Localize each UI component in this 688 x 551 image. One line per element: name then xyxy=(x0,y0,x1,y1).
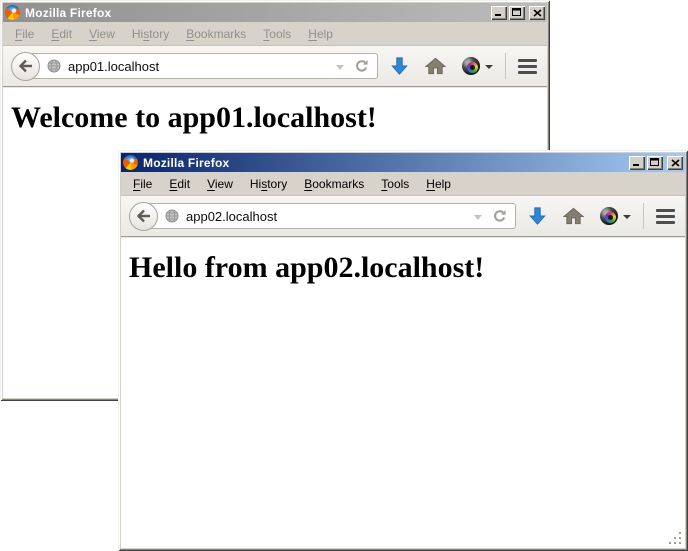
menu-item-history[interactable]: History xyxy=(250,177,287,191)
titlebar[interactable]: Mozilla Firefox xyxy=(3,3,547,22)
menu-item-edit[interactable]: Edit xyxy=(169,177,190,191)
home-button[interactable] xyxy=(425,57,446,75)
menu-item-tools[interactable]: Tools xyxy=(381,177,409,191)
download-icon xyxy=(528,206,547,226)
color-wheel-icon xyxy=(462,57,480,75)
menu-item-bookmarks[interactable]: Bookmarks xyxy=(186,27,246,41)
url-bar[interactable]: app02.localhost xyxy=(148,203,516,229)
close-button[interactable] xyxy=(667,156,683,170)
menu-button[interactable] xyxy=(656,207,675,226)
reload-button[interactable] xyxy=(354,59,369,74)
back-icon xyxy=(136,209,152,223)
menubar: File Edit View History Bookmarks Tools H… xyxy=(3,22,547,45)
menu-icon xyxy=(656,209,675,212)
desktop: Mozilla Firefox File Edit View History B… xyxy=(0,0,688,551)
menu-item-bookmarks[interactable]: Bookmarks xyxy=(304,177,364,191)
downloads-button[interactable] xyxy=(528,206,547,226)
color-wheel-icon xyxy=(600,207,618,225)
back-icon xyxy=(18,59,34,73)
toolbar-separator xyxy=(505,53,506,79)
url-input[interactable]: app02.localhost xyxy=(186,209,468,224)
menu-item-file[interactable]: File xyxy=(133,177,152,191)
home-icon xyxy=(425,57,446,75)
minimize-button[interactable] xyxy=(491,6,507,20)
close-button[interactable] xyxy=(529,6,545,20)
firefox-icon[interactable] xyxy=(123,155,138,170)
globe-icon xyxy=(47,59,61,73)
home-button[interactable] xyxy=(563,207,584,225)
page-heading: Hello from app02.localhost! xyxy=(129,251,685,285)
navigation-toolbar: app02.localhost xyxy=(121,195,685,237)
minimize-button[interactable] xyxy=(629,156,645,170)
url-bar[interactable]: app01.localhost xyxy=(30,53,378,79)
maximize-icon xyxy=(512,8,522,17)
color-wheel-button[interactable] xyxy=(600,207,631,225)
toolbar-separator xyxy=(643,203,644,229)
window-title: Mozilla Firefox xyxy=(142,156,625,170)
firefox-icon[interactable] xyxy=(5,5,20,20)
menubar: File Edit View History Bookmarks Tools H… xyxy=(121,172,685,195)
menu-item-tools[interactable]: Tools xyxy=(263,27,291,41)
firefox-window-app02: Mozilla Firefox File Edit View History B… xyxy=(118,150,688,551)
globe-icon xyxy=(165,209,179,223)
menu-item-help[interactable]: Help xyxy=(426,177,451,191)
menu-button[interactable] xyxy=(518,57,537,76)
page-content: Hello from app02.localhost! xyxy=(121,237,685,548)
maximize-button[interactable] xyxy=(509,6,525,20)
window-title: Mozilla Firefox xyxy=(24,6,487,20)
reload-icon xyxy=(354,59,369,74)
downloads-button[interactable] xyxy=(390,56,409,76)
color-wheel-caret-icon xyxy=(623,215,631,219)
minimize-icon xyxy=(494,8,504,17)
reload-button[interactable] xyxy=(492,209,507,224)
color-wheel-caret-icon xyxy=(485,65,493,69)
back-button[interactable] xyxy=(129,202,158,231)
minimize-icon xyxy=(632,158,642,167)
color-wheel-button[interactable] xyxy=(462,57,493,75)
menu-item-history[interactable]: History xyxy=(132,27,169,41)
resize-grip[interactable] xyxy=(667,530,683,546)
home-icon xyxy=(563,207,584,225)
page-heading: Welcome to app01.localhost! xyxy=(11,101,547,135)
menu-icon xyxy=(518,59,537,62)
url-input[interactable]: app01.localhost xyxy=(68,59,330,74)
menu-item-help[interactable]: Help xyxy=(308,27,333,41)
url-dropdown-icon[interactable] xyxy=(474,215,482,220)
back-button[interactable] xyxy=(11,52,40,81)
navigation-toolbar: app01.localhost xyxy=(3,45,547,87)
reload-icon xyxy=(492,209,507,224)
menu-item-edit[interactable]: Edit xyxy=(51,27,72,41)
maximize-icon xyxy=(650,158,660,167)
close-icon xyxy=(671,159,680,167)
menu-item-view[interactable]: View xyxy=(207,177,233,191)
maximize-button[interactable] xyxy=(647,156,663,170)
menu-item-file[interactable]: File xyxy=(15,27,34,41)
url-dropdown-icon[interactable] xyxy=(336,65,344,70)
menu-item-view[interactable]: View xyxy=(89,27,115,41)
close-icon xyxy=(533,9,542,17)
titlebar[interactable]: Mozilla Firefox xyxy=(121,153,685,172)
download-icon xyxy=(390,56,409,76)
